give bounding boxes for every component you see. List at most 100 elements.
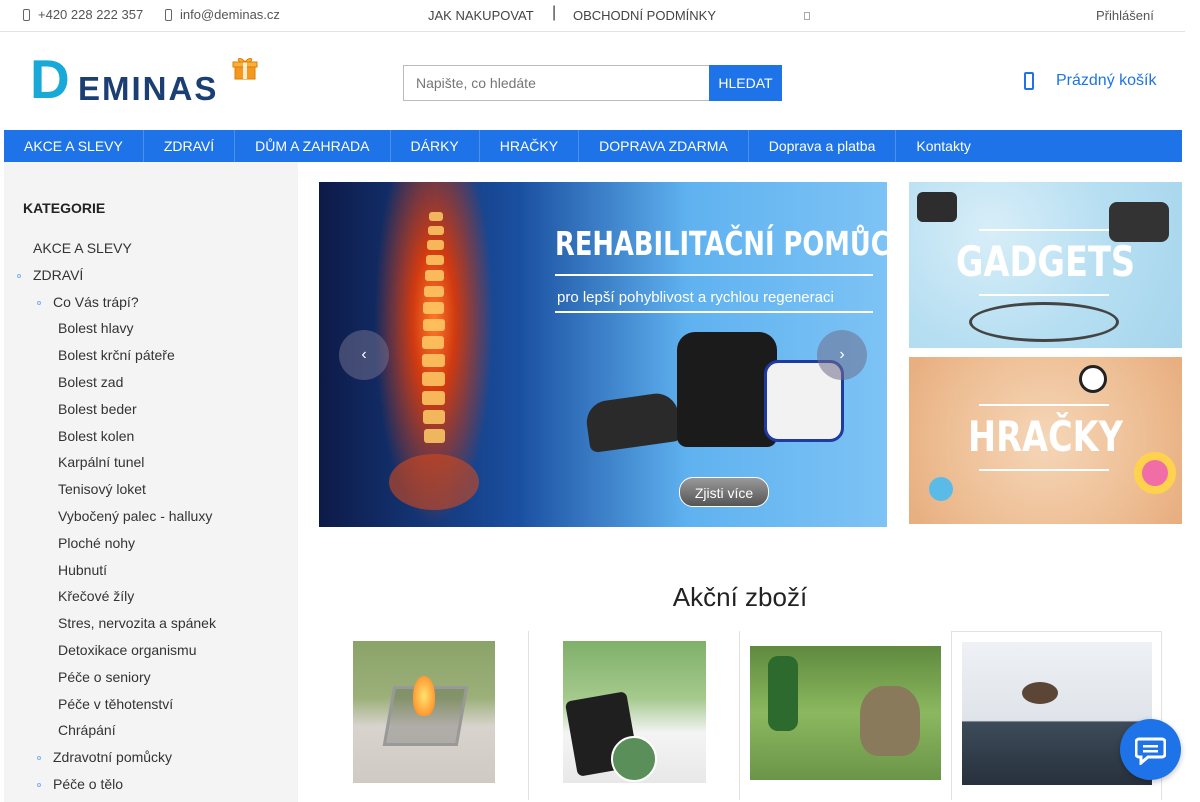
spine-graphic: [389, 212, 479, 510]
top-link-how-to-buy[interactable]: JAK NAKUPOVAT: [428, 8, 534, 23]
nav-item-hracky[interactable]: HRAČKY: [480, 130, 580, 162]
slider-more-button[interactable]: Zjisti více: [679, 477, 769, 507]
top-bar: +420 228 222 357 info@deminas.cz JAK NAK…: [0, 0, 1185, 32]
blue-ball-image: [929, 477, 953, 501]
category-item[interactable]: Stres, nervozita a spánek: [58, 615, 216, 631]
category-item[interactable]: Ploché nohy: [58, 535, 135, 551]
tile-gadgets-line-top: [979, 229, 1109, 231]
nav-item-dum-a-zahrada[interactable]: DŮM A ZAHRADA: [235, 130, 391, 162]
nav-item-akce-a-slevy[interactable]: AKCE A SLEVY: [4, 130, 144, 162]
sidebar-title: KATEGORIE: [23, 200, 106, 216]
slider-divider-bottom: [555, 311, 873, 313]
posture-corrector-image: [677, 332, 777, 447]
cart-label[interactable]: Prázdný košík: [1056, 72, 1156, 90]
email-icon: [165, 8, 172, 21]
flame-shape: [413, 676, 435, 716]
search-button[interactable]: HLEDAT: [709, 65, 782, 101]
category-bullet-icon: [37, 783, 41, 787]
slider-subtitle: pro lepší pohyblivost a rychlou regenera…: [557, 289, 834, 306]
email-address[interactable]: info@deminas.cz: [180, 7, 280, 22]
massage-slipper-image: [583, 390, 683, 454]
main-navigation: AKCE A SLEVY ZDRAVÍ DŮM A ZAHRADA DÁRKY …: [4, 130, 1182, 162]
nav-item-doprava-zdarma[interactable]: DOPRAVA ZDARMA: [579, 130, 749, 162]
nav-item-doprava-a-platba[interactable]: Doprava a platba: [749, 130, 897, 162]
category-item[interactable]: Zdravotní pomůcky: [53, 749, 172, 765]
phone-number[interactable]: +420 228 222 357: [38, 7, 143, 22]
slider-next-button[interactable]: ›: [817, 330, 867, 380]
category-item[interactable]: Křečové žíly: [58, 588, 134, 604]
gift-icon: [232, 58, 258, 80]
category-bullet-icon: [17, 273, 21, 278]
category-item[interactable]: Karpální tunel: [58, 454, 144, 470]
category-item[interactable]: ZDRAVÍ: [33, 267, 83, 283]
chat-button[interactable]: [1120, 719, 1181, 780]
category-item[interactable]: Péče v těhotenství: [58, 696, 173, 712]
product-image[interactable]: [353, 641, 495, 783]
cart[interactable]: Prázdný košík: [1024, 72, 1156, 90]
category-item[interactable]: AKCE A SLEVY: [33, 240, 132, 256]
phone-contact[interactable]: +420 228 222 357: [23, 7, 143, 22]
category-bullet-icon: [37, 300, 41, 305]
category-item[interactable]: Hubnutí: [58, 562, 107, 578]
top-link-terms[interactable]: OBCHODNÍ PODMÍNKY: [573, 8, 716, 23]
product-image[interactable]: [563, 641, 706, 783]
top-link-separator: |: [552, 4, 557, 21]
category-sidebar: KATEGORIE AKCE A SLEVY ZDRAVÍ Co Vás trápí…: [4, 162, 298, 802]
search-form: HLEDAT: [403, 65, 782, 101]
header: D EMINAS HLEDAT Prázdný košík: [0, 32, 1185, 130]
hero-slider[interactable]: REHABILITAČNÍ POMŮCKY pro lepší pohybliv…: [319, 182, 887, 527]
slider-title: REHABILITAČNÍ POMŮCKY: [555, 224, 887, 263]
language-icon[interactable]: [804, 12, 810, 20]
product-card[interactable]: [529, 631, 740, 800]
bird-inset-shape: [611, 736, 657, 782]
camera-image: [1109, 202, 1169, 242]
nav-item-darky[interactable]: DÁRKY: [391, 130, 480, 162]
tile-gadgets-line-bottom: [979, 294, 1109, 296]
tile-hracky-line-top: [979, 404, 1109, 406]
category-item[interactable]: Co Vás trápí?: [53, 294, 139, 310]
tile-gadgets[interactable]: GADGETS: [909, 182, 1182, 348]
nav-item-kontakty[interactable]: Kontakty: [896, 130, 990, 162]
slider-divider-top: [555, 274, 873, 276]
category-item[interactable]: Vybočený palec - halluxy: [58, 508, 212, 524]
chevron-left-icon: ‹: [361, 346, 367, 363]
gadget-image: [917, 192, 957, 222]
logo[interactable]: D EMINAS: [30, 48, 262, 110]
cat-shape: [860, 686, 920, 756]
nav-item-zdravi[interactable]: ZDRAVÍ: [144, 130, 236, 162]
category-item[interactable]: Bolest krční páteře: [58, 347, 175, 363]
category-item[interactable]: Péče o seniory: [58, 669, 151, 685]
cart-icon: [1024, 72, 1034, 90]
ball-image: [1079, 365, 1107, 393]
phone-icon: [23, 8, 30, 21]
section-title: Akční zboží: [672, 582, 808, 612]
tile-hracky-label: HRAČKY: [967, 412, 1124, 461]
logo-letter-d: D: [30, 48, 70, 110]
tile-hracky-line-bottom: [979, 469, 1109, 471]
login-link[interactable]: Přihlášení: [1096, 8, 1154, 23]
search-input[interactable]: [403, 65, 709, 101]
email-contact[interactable]: info@deminas.cz: [165, 7, 280, 22]
category-item[interactable]: Péče o tělo: [53, 776, 123, 792]
chat-icon: [1135, 737, 1166, 765]
pigeon-shape: [1022, 682, 1058, 704]
product-card[interactable]: [951, 631, 1162, 800]
chevron-right-icon: ›: [839, 346, 845, 363]
cable-image: [969, 302, 1119, 342]
repeller-shape: [768, 656, 798, 731]
product-card[interactable]: [740, 631, 951, 800]
category-item[interactable]: Tenisový loket: [58, 481, 146, 497]
category-item[interactable]: Bolest hlavy: [58, 320, 133, 336]
tile-gadgets-label: GADGETS: [955, 237, 1136, 286]
product-card[interactable]: [319, 631, 529, 800]
category-bullet-icon: [37, 756, 41, 761]
category-item[interactable]: Detoxikace organismu: [58, 642, 197, 658]
tile-hracky[interactable]: HRAČKY: [909, 357, 1182, 524]
category-item[interactable]: Bolest kolen: [58, 428, 134, 444]
category-item[interactable]: Bolest zad: [58, 374, 123, 390]
category-item[interactable]: Chrápání: [58, 722, 116, 738]
slider-prev-button[interactable]: ‹: [339, 330, 389, 380]
category-item[interactable]: Bolest beder: [58, 401, 137, 417]
logo-wordmark: EMINAS: [78, 70, 219, 107]
product-image[interactable]: [750, 646, 941, 780]
